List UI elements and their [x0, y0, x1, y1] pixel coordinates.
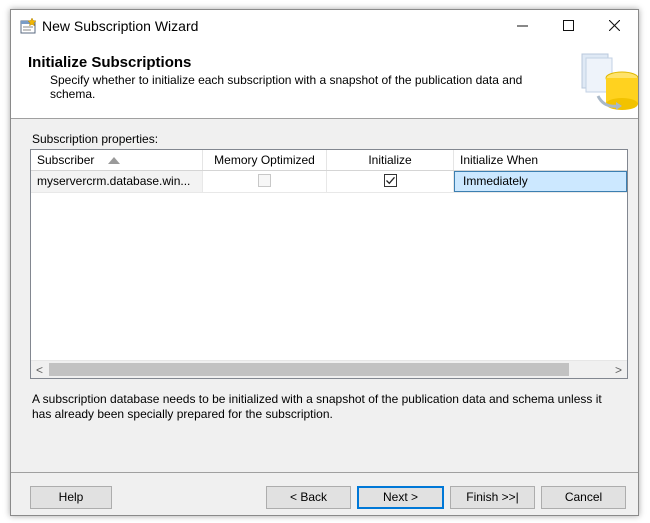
horizontal-scrollbar[interactable]: < > [31, 360, 627, 378]
minimize-icon [516, 25, 528, 27]
minimize-button[interactable] [499, 10, 545, 41]
footer-divider [11, 472, 638, 473]
memory-optimized-checkbox [258, 174, 271, 187]
close-button[interactable] [591, 10, 637, 41]
scroll-right-button[interactable]: > [610, 361, 627, 378]
sort-ascending-icon [107, 157, 120, 165]
maximize-icon [562, 20, 574, 31]
page-description: Specify whether to initialize each subsc… [50, 73, 523, 101]
initialization-info-text: A subscription database needs to be init… [32, 392, 602, 421]
wizard-header: Initialize Subscriptions Specify whether… [11, 41, 638, 119]
chevron-left-icon: < [35, 362, 43, 377]
column-header-memory-optimized[interactable]: Memory Optimized [203, 150, 327, 170]
maximize-button[interactable] [545, 10, 591, 41]
scrollbar-thumb[interactable] [49, 363, 569, 376]
subscription-properties-label: Subscription properties: [32, 132, 159, 146]
column-header-initialize-when[interactable]: Initialize When [454, 150, 627, 170]
table-row[interactable]: myservercrm.database.win... Immediately [31, 171, 627, 193]
finish-button[interactable]: Finish >>| [450, 486, 535, 509]
subscription-properties-grid: Subscriber Memory Optimized Initialize I… [30, 149, 628, 379]
column-header-subscriber[interactable]: Subscriber [31, 150, 203, 170]
database-wizard-graphic [581, 53, 638, 110]
grid-header: Subscriber Memory Optimized Initialize I… [31, 150, 627, 171]
next-button[interactable]: Next > [357, 486, 444, 509]
column-header-subscriber-label: Subscriber [37, 153, 95, 167]
wizard-window: New Subscription Wizard Initialize Subsc… [10, 9, 639, 516]
initialize-checkbox[interactable] [384, 174, 397, 187]
help-button[interactable]: Help [30, 486, 112, 509]
close-icon [608, 20, 620, 31]
cancel-button[interactable]: Cancel [541, 486, 626, 509]
initialize-cell[interactable] [327, 171, 454, 192]
subscriber-cell[interactable]: myservercrm.database.win... [31, 171, 203, 192]
wizard-app-icon [20, 18, 37, 34]
window-title: New Subscription Wizard [42, 18, 199, 34]
scroll-left-button[interactable]: < [31, 361, 48, 378]
title-bar: New Subscription Wizard [11, 10, 638, 41]
checkmark-icon [386, 176, 395, 185]
initialize-when-cell[interactable]: Immediately [454, 171, 627, 192]
back-button[interactable]: < Back [266, 486, 351, 509]
memory-optimized-cell [203, 171, 327, 192]
column-header-initialize[interactable]: Initialize [327, 150, 454, 170]
page-title: Initialize Subscriptions [28, 54, 192, 71]
chevron-right-icon: > [614, 362, 622, 377]
